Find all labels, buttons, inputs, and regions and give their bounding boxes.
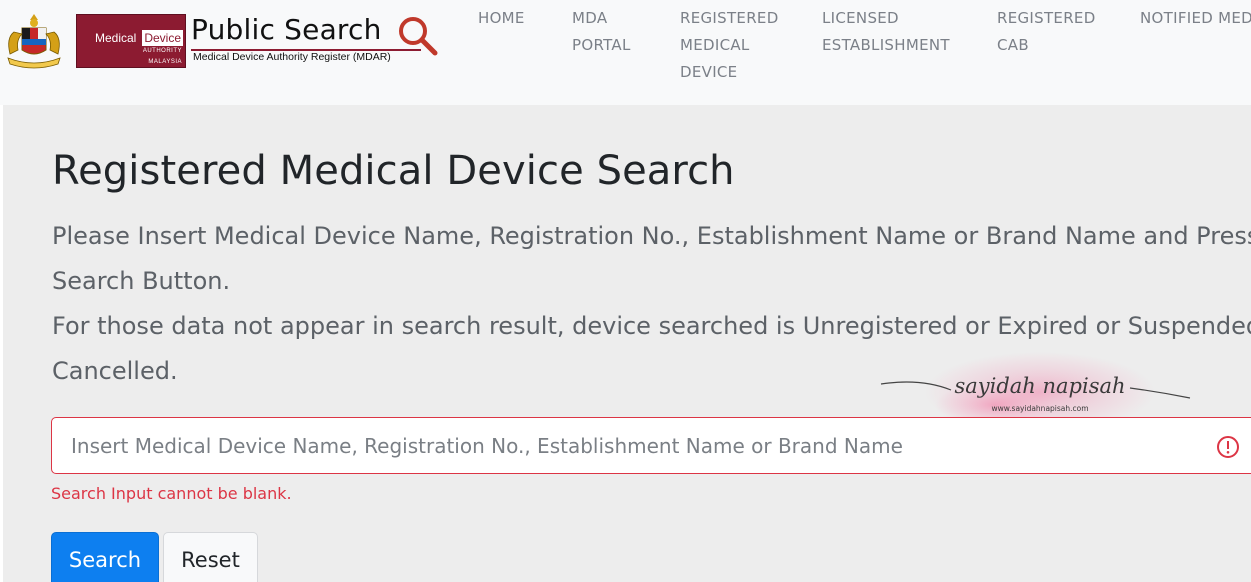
logo-text-authority: AUTHORITY [142,48,182,54]
mda-logo[interactable]: Medical Device AUTHORITY MALAYSIA [76,14,186,68]
brand-subtitle: Medical Device Authority Register (MDAR) [193,51,391,63]
search-input[interactable] [52,418,1202,473]
brand-title: Public Search [191,13,382,46]
watermark-url: www.sayidahnapisah.com [991,404,1088,413]
nav-licensed-establishment[interactable]: LICENSED ESTABLISHMENT [822,5,972,59]
page-title: Registered Medical Device Search [52,148,735,194]
error-exclamation-icon [1217,436,1239,458]
nav-mda-portal[interactable]: MDA PORTAL [572,5,652,59]
search-error-message: Search Input cannot be blank. [51,484,292,503]
nav-home[interactable]: HOME [478,5,525,32]
nav-registered-cab[interactable]: REGISTERED CAB [997,5,1117,59]
instruction-text: Please Insert Medical Device Name, Regis… [52,222,1251,295]
magnifier-icon [399,17,438,56]
search-field-wrapper [51,417,1251,474]
reset-button[interactable]: Reset [163,532,258,582]
logo-text-medical: Medical [95,31,137,45]
coat-of-arms-icon [7,14,61,69]
nav-registered-medical-device[interactable]: REGISTERED MEDICAL DEVICE [680,5,800,86]
watermark-name: sayidah napisah [954,374,1125,398]
top-navbar: Medical Device AUTHORITY MALAYSIA Public… [0,0,1251,105]
logo-text-malaysia: MALAYSIA [148,59,182,65]
nav-notified-medical-device[interactable]: NOTIFIED MEDI [1140,5,1251,32]
logo-text-device: Device [142,30,183,46]
search-button[interactable]: Search [51,532,159,582]
search-panel: Registered Medical Device Search Please … [3,105,1251,582]
